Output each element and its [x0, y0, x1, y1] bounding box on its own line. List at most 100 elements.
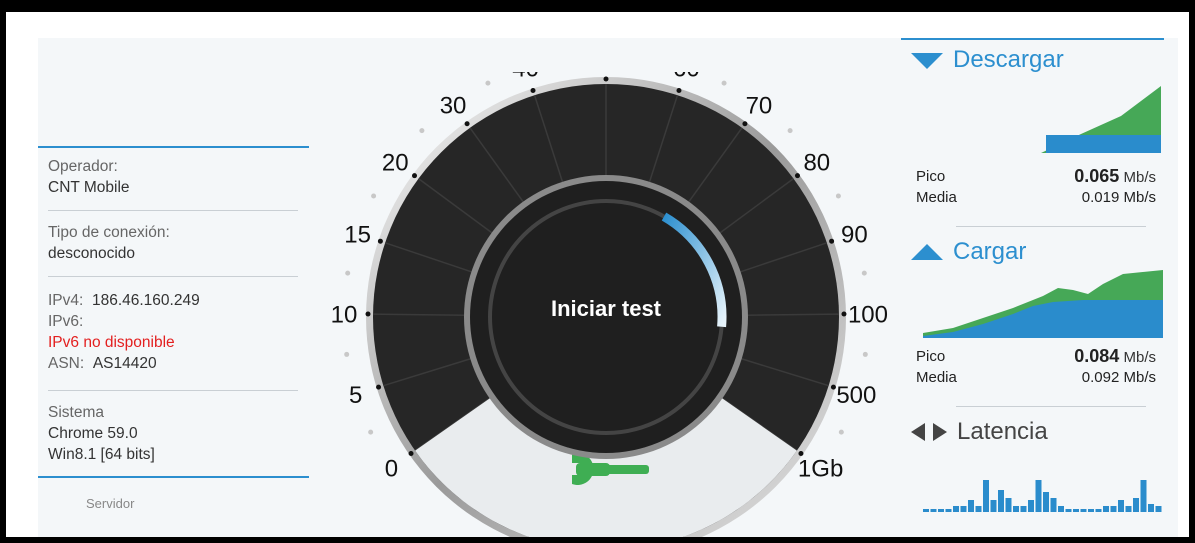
tick-marker	[412, 173, 418, 179]
latency-bar	[998, 490, 1004, 512]
latency-bar	[1155, 506, 1162, 512]
latency-bar	[1050, 498, 1057, 512]
latency-bar	[975, 506, 982, 512]
ip-section: IPv4: 186.46.160.249 IPv6: IPv6 no dispo…	[48, 290, 298, 374]
latency-bar	[1058, 506, 1064, 512]
tick-label: 500	[836, 382, 876, 409]
divider	[48, 390, 298, 391]
server-selector[interactable]: Servidor	[86, 496, 134, 511]
latency-bar	[1028, 500, 1034, 512]
latency-bar	[968, 500, 974, 512]
latency-bar	[1013, 506, 1019, 512]
latency-bar	[923, 509, 929, 512]
results-panel: Descargar Pico 0.065 Mb/s Media 0.019 Mb…	[901, 38, 1164, 537]
latency-bar	[1035, 480, 1042, 512]
triangle-up-icon	[911, 244, 943, 260]
start-test-button[interactable]: Iniciar test	[506, 296, 706, 322]
upload-avg-value: 0.092 Mb/s	[1081, 369, 1156, 386]
gauge-dot	[419, 128, 425, 134]
tick-label: 90	[841, 222, 868, 249]
divider	[48, 276, 298, 277]
latency-bar	[1088, 509, 1094, 512]
tick-marker	[830, 384, 836, 390]
tick-label: 60	[673, 72, 700, 83]
system-label: Sistema	[48, 404, 104, 421]
upload-stats: Pico 0.084 Mb/s Media 0.092 Mb/s	[916, 346, 1156, 388]
latency-bar	[1020, 506, 1027, 512]
tick-marker	[676, 87, 682, 93]
latency-bar	[938, 509, 944, 512]
tick-label: 10	[331, 302, 358, 329]
upload-peak-label: Pico	[916, 348, 946, 365]
latency-bar	[1118, 500, 1124, 512]
latency-bar	[990, 500, 997, 512]
tick-label: 1Gb	[798, 455, 843, 482]
tick-label: 20	[382, 149, 409, 176]
latency-bar	[983, 480, 989, 512]
latency-bar	[1043, 492, 1049, 512]
ipv4-label: IPv4:	[48, 292, 84, 309]
tick-marker	[829, 238, 835, 244]
gauge-dot	[345, 270, 351, 276]
download-title: Descargar	[953, 46, 1064, 73]
asn-value: AS14420	[92, 355, 157, 372]
gauge-dot	[368, 429, 374, 435]
download-stats: Pico 0.065 Mb/s Media 0.019 Mb/s	[916, 166, 1156, 208]
asn-label: ASN:	[48, 355, 85, 372]
browser-value: Chrome 59.0	[48, 425, 138, 442]
upload-peak-unit: Mb/s	[1123, 349, 1156, 366]
upload-title: Cargar	[953, 238, 1027, 265]
tick-marker	[794, 173, 800, 179]
ipv4-value: 186.46.160.249	[91, 292, 200, 309]
latency-bar	[1005, 498, 1012, 512]
download-peak-value: 0.065	[1074, 166, 1120, 186]
download-graph	[1041, 86, 1161, 153]
tick-marker	[408, 451, 414, 457]
tick-label: 70	[746, 92, 773, 119]
latency-arrows-icon	[911, 423, 947, 441]
gauge-dot	[344, 351, 350, 357]
latency-bar	[930, 509, 937, 512]
gauge-dot	[862, 351, 868, 357]
download-peak-unit: Mb/s	[1123, 169, 1156, 186]
tick-marker	[365, 311, 371, 317]
gauge-dot	[861, 270, 867, 276]
latency-bar	[1065, 509, 1072, 512]
download-avg-value: 0.019 Mb/s	[1081, 189, 1156, 206]
gauge-dot	[485, 80, 491, 86]
latency-bar	[1140, 480, 1147, 512]
operator-section: Operador: CNT Mobile	[48, 156, 298, 198]
gauge-dot	[835, 193, 841, 199]
triangle-down-icon	[911, 53, 943, 69]
divider	[956, 226, 1146, 227]
download-peak-label: Pico	[916, 168, 946, 185]
operator-label: Operador:	[48, 158, 118, 175]
tick-label: 15	[344, 222, 371, 249]
operator-value: CNT Mobile	[48, 179, 130, 196]
connection-type-label: Tipo de conexión:	[48, 224, 170, 241]
gauge-dot	[838, 429, 844, 435]
tick-label: 0	[385, 455, 398, 482]
download-header: Descargar	[909, 46, 1064, 74]
tick-label: 5	[349, 382, 362, 409]
tick-marker	[530, 87, 536, 93]
os-value: Win8.1 [64 bits]	[48, 446, 155, 463]
tick-marker	[377, 238, 383, 244]
upload-avg-label: Media	[916, 369, 957, 386]
latency-bar	[1133, 498, 1139, 512]
latency-bar	[1110, 506, 1117, 512]
latency-header: Latencia	[909, 418, 1048, 446]
system-section: Sistema Chrome 59.0 Win8.1 [64 bits]	[48, 402, 298, 465]
latency-bar	[1125, 506, 1132, 512]
divider	[48, 210, 298, 211]
tick-marker	[603, 76, 609, 82]
divider	[956, 406, 1146, 407]
download-avg-label: Media	[916, 189, 957, 206]
gauge-dot	[721, 80, 727, 86]
connection-type-section: Tipo de conexión: desconocido	[48, 222, 298, 264]
tick-label: 30	[440, 92, 467, 119]
latency-bar	[1148, 504, 1154, 512]
latency-title: Latencia	[957, 418, 1048, 445]
ipv6-label: IPv6:	[48, 313, 84, 330]
tick-marker	[742, 121, 748, 127]
